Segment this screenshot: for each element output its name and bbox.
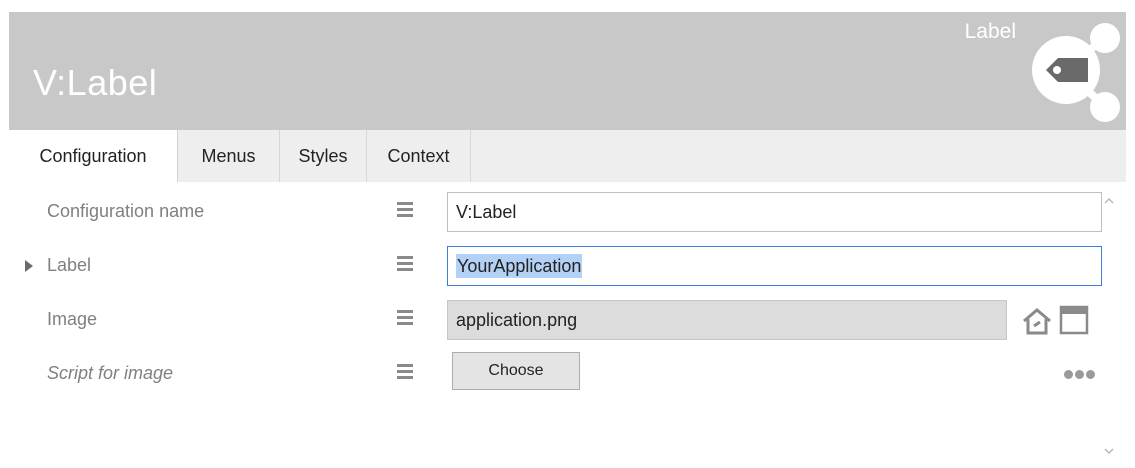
property-menu-icon[interactable] — [397, 364, 413, 380]
property-label: Label — [47, 255, 92, 275]
property-menu-icon[interactable] — [397, 256, 413, 272]
property-row-label: Label YourApplication — [9, 240, 1102, 292]
choose-button[interactable]: Choose — [452, 352, 580, 390]
property-label: Image — [47, 309, 98, 329]
property-label: Configuration name — [47, 201, 205, 221]
property-row-configuration-name: Configuration name V:Label — [9, 186, 1102, 238]
tab-bar: Configuration Menus Styles Context — [9, 130, 1126, 182]
label-input[interactable]: YourApplication — [447, 246, 1102, 286]
window-icon[interactable] — [1059, 305, 1089, 335]
element-type-label: Label — [964, 20, 1016, 43]
scroll-down-icon[interactable] — [1102, 444, 1116, 458]
property-menu-icon[interactable] — [397, 310, 413, 326]
tab-styles[interactable]: Styles — [280, 130, 367, 182]
selected-text: YourApplication — [456, 254, 583, 278]
property-label: Script for image — [47, 363, 174, 383]
tab-context[interactable]: Context — [367, 130, 471, 182]
more-dots-icon[interactable] — [1064, 366, 1104, 379]
property-row-script-for-image: Script for image Choose — [9, 348, 1099, 400]
scroll-up-icon[interactable] — [1102, 194, 1116, 208]
header: V:Label Label — [9, 12, 1126, 130]
configuration-name-input[interactable]: V:Label — [447, 192, 1102, 232]
property-grid: Configuration name V:Label Label YourApp… — [9, 182, 1126, 462]
property-row-image: Image application.png — [9, 294, 1099, 346]
expand-arrow-icon[interactable] — [25, 260, 33, 272]
tab-configuration[interactable]: Configuration — [9, 130, 178, 182]
tab-menus[interactable]: Menus — [178, 130, 280, 182]
page-title: V:Label — [33, 62, 158, 103]
tag-share-icon — [1032, 23, 1120, 122]
property-menu-icon[interactable] — [397, 202, 413, 218]
home-folder-icon[interactable] — [1021, 305, 1053, 337]
image-input[interactable]: application.png — [447, 300, 1007, 340]
